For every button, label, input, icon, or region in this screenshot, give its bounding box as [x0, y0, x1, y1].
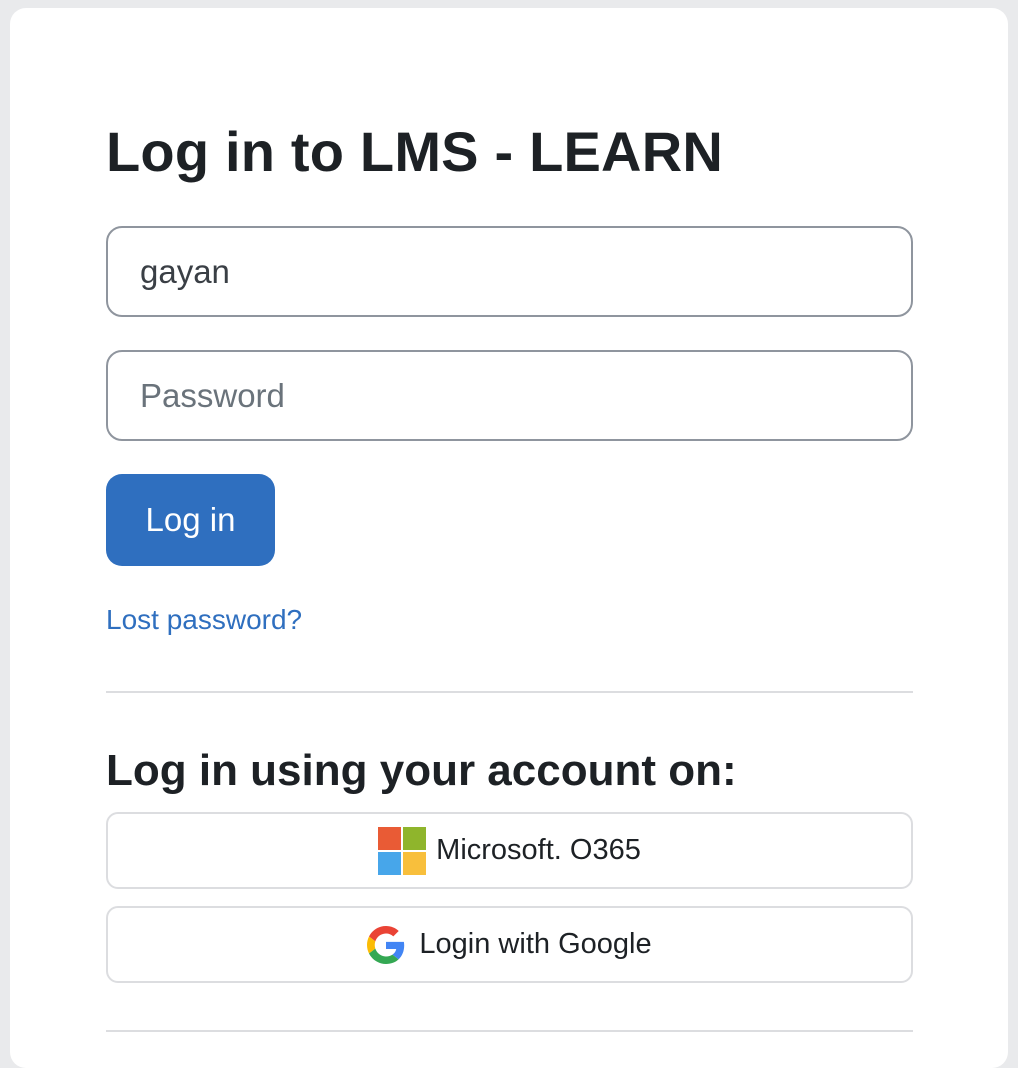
google-login-label: Login with Google: [419, 928, 652, 960]
lost-password-link[interactable]: Lost password?: [106, 604, 302, 636]
username-input[interactable]: [106, 226, 913, 317]
google-login-button[interactable]: Login with Google: [106, 906, 913, 983]
microsoft-logo-icon: [378, 826, 427, 875]
divider: [106, 691, 913, 693]
microsoft-login-label: Microsoft. O365: [436, 834, 641, 866]
google-logo-icon: [367, 925, 405, 964]
page-title: Log in to LMS - LEARN: [106, 120, 723, 183]
login-button[interactable]: Log in: [106, 474, 275, 566]
identity-providers-heading: Log in using your account on:: [106, 746, 737, 795]
login-card: Log in to LMS - LEARN Log in Lost passwo…: [10, 8, 1008, 1068]
password-input[interactable]: [106, 350, 913, 441]
divider: [106, 1030, 913, 1032]
microsoft-login-button[interactable]: Microsoft. O365: [106, 812, 913, 889]
